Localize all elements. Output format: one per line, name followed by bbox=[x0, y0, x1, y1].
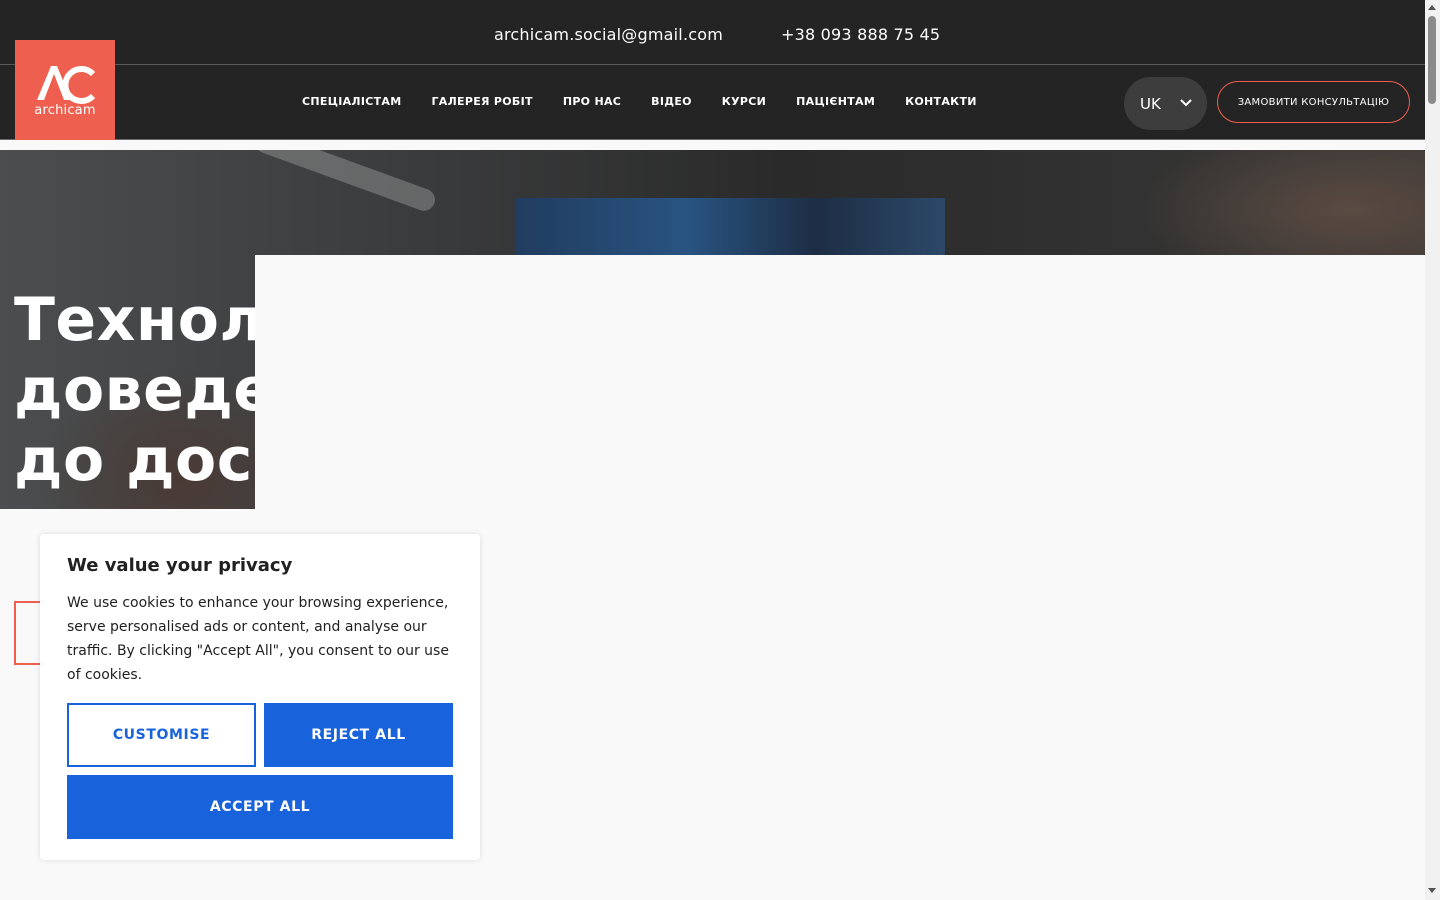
logo-wordmark: archicam bbox=[34, 103, 96, 118]
chevron-down-icon bbox=[1180, 99, 1192, 107]
scrollbar-thumb[interactable] bbox=[1428, 16, 1436, 104]
email-link[interactable]: archicam.social@gmail.com bbox=[494, 25, 723, 44]
ac-logo-mark-icon bbox=[37, 66, 96, 104]
nav-item-about[interactable]: ПРО НАС bbox=[563, 95, 621, 108]
scroll-down-arrow-icon[interactable] bbox=[1428, 888, 1436, 893]
phone-link[interactable]: +38 093 888 75 45 bbox=[781, 25, 940, 44]
language-value: UK bbox=[1140, 94, 1161, 113]
language-selector[interactable]: UK bbox=[1124, 77, 1207, 130]
nav-item-specialists[interactable]: СПЕЦІАЛІСТАМ bbox=[302, 95, 401, 108]
nav-item-courses[interactable]: КУРСИ bbox=[722, 95, 766, 108]
nav-item-video[interactable]: ВІДЕО bbox=[651, 95, 692, 108]
cookie-title: We value your privacy bbox=[67, 555, 293, 576]
customise-button[interactable]: CUSTOMISE bbox=[67, 703, 256, 767]
vertical-scrollbar[interactable] bbox=[1425, 0, 1440, 900]
nav-item-gallery[interactable]: ГАЛЕРЕЯ РОБІТ bbox=[431, 95, 532, 108]
nav-item-patients[interactable]: ПАЦІЄНТАМ bbox=[796, 95, 875, 108]
order-consultation-button[interactable]: ЗАМОВИТИ КОНСУЛЬТАЦІЮ bbox=[1217, 81, 1410, 123]
accept-all-button[interactable]: ACCEPT ALL bbox=[67, 775, 453, 839]
main-navbar: СПЕЦІАЛІСТАМ ГАЛЕРЕЯ РОБІТ ПРО НАС ВІДЕО… bbox=[0, 65, 1425, 140]
reject-all-button[interactable]: REJECT ALL bbox=[264, 703, 453, 767]
nav-item-contacts[interactable]: КОНТАКТИ bbox=[905, 95, 977, 108]
hero-background-monitor bbox=[515, 198, 945, 258]
main-nav: СПЕЦІАЛІСТАМ ГАЛЕРЕЯ РОБІТ ПРО НАС ВІДЕО… bbox=[302, 95, 1007, 108]
archicam-logo[interactable]: archicam bbox=[15, 40, 115, 140]
scroll-up-arrow-icon[interactable] bbox=[1428, 5, 1436, 10]
top-contact-bar: archicam.social@gmail.com +38 093 888 75… bbox=[0, 0, 1425, 65]
cookie-description: We use cookies to enhance your browsing … bbox=[67, 595, 449, 683]
hero-background-lamp bbox=[251, 150, 439, 214]
cookie-consent-dialog: We value your privacy We use cookies to … bbox=[40, 534, 480, 860]
